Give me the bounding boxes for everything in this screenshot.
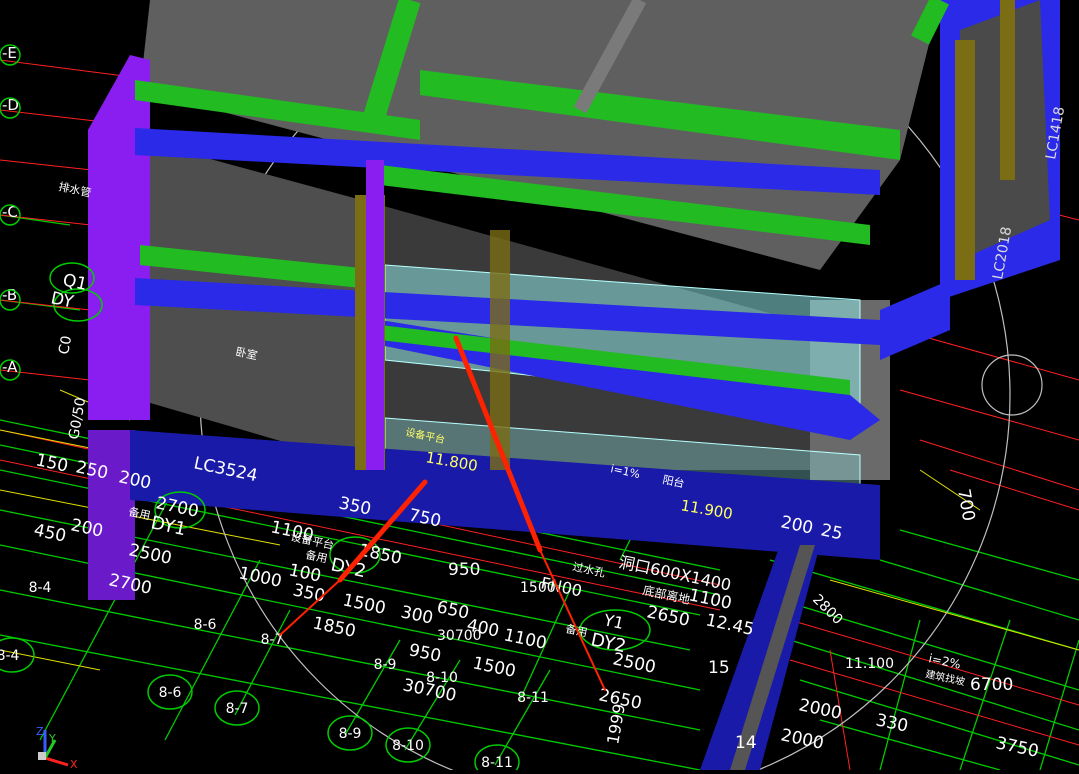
cad-3d-viewport[interactable]: -E -D -C -B -A 8-4 8-6 8-7 8-9 8-10 8-11… [0, 0, 1079, 774]
building-model[interactable] [88, 0, 1060, 770]
room-label: 过水孔 [571, 560, 606, 580]
grid-bubble: 8-4 [0, 648, 20, 664]
dimension-text: G0/50 [66, 396, 89, 440]
dimension-text: 11.100 [845, 656, 894, 672]
dimension-text: 650 [435, 597, 471, 623]
column-tag: DY2 [589, 629, 628, 657]
dimension-text: 6700 [970, 675, 1013, 695]
dimension-text: 300 [399, 602, 435, 628]
axis-label: -B [2, 286, 17, 304]
grid-bubble: 8-11 [517, 690, 549, 706]
dimension-text: 2000 [779, 725, 825, 754]
dimension-text: 14 [735, 733, 757, 753]
room-label: 排水管 [57, 179, 92, 200]
opening-label: 洞口600X1400 [617, 552, 733, 594]
dimension-text: 700 [953, 487, 978, 522]
dimension-text: C0 [56, 335, 75, 356]
dimension-text: 950 [407, 640, 443, 666]
dimension-text: 450 [32, 520, 68, 546]
axis-labels: -E -D -C -B -A [2, 44, 19, 376]
grid-bubble: 8-4 [29, 580, 52, 596]
dimension-text: 3750 [994, 733, 1040, 762]
dimension-text: 15 [708, 658, 730, 678]
dimension-text: 2650 [645, 602, 691, 631]
dimension-text: 950 [448, 560, 480, 580]
dimension-text: 330 [874, 710, 910, 736]
dimension-text: 1100 [502, 625, 548, 654]
ucs-z-label: Z [36, 725, 44, 738]
ucs-x-label: X [70, 758, 78, 770]
dimension-text: 1000 [237, 563, 283, 592]
grid-bubble: 8-11 [481, 755, 513, 770]
dimension-text: 1500 [341, 590, 387, 619]
dimension-text: 30700 [437, 628, 482, 644]
3d-building-scene[interactable]: -E -D -C -B -A 8-4 8-6 8-7 8-9 8-10 8-11… [0, 0, 1079, 774]
grid-bubble: 8-9 [339, 726, 362, 742]
dimension-text: 150 [34, 450, 70, 476]
ucs-icon: Z Y X [36, 725, 78, 771]
grid-bubble: 8-10 [392, 738, 424, 754]
grid-bubble: 8-6 [194, 617, 217, 633]
grid-bubble: 8-9 [374, 657, 397, 673]
ucs-y-label: Y [48, 732, 56, 745]
dimension-text: 2000 [797, 695, 843, 724]
grid-bubble: 8-7 [226, 701, 249, 717]
dimension-text: 1500 [471, 653, 517, 682]
column-tag: Y1 [601, 610, 625, 633]
slope-label: i=2% [927, 651, 962, 671]
grid-bubble: 8-6 [159, 685, 182, 701]
column-tag: DY [49, 288, 76, 312]
dimension-text: 12.45 [704, 610, 756, 640]
dimension-text: 1999 [603, 702, 629, 745]
dimension-text: 350 [291, 580, 327, 606]
